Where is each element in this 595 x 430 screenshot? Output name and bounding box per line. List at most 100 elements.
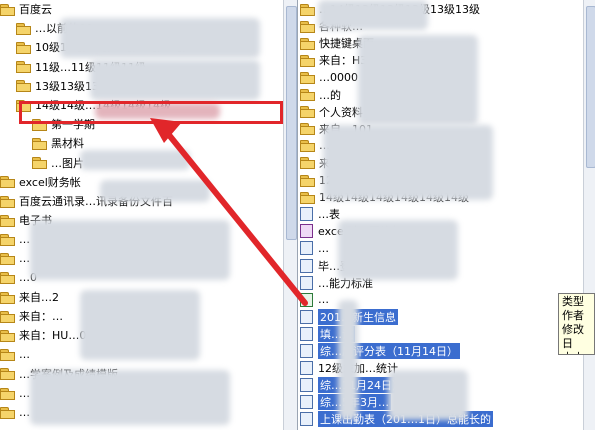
file-list-item[interactable]: 综…质评分表（11月14日） [300,342,460,360]
scroll-thumb[interactable] [286,6,297,240]
file-list-label: 201…新生信息 [318,308,398,325]
file-list-item[interactable]: …的 [300,86,341,104]
tree-item-label: 黑材料 [51,137,84,151]
folder-icon [32,137,47,150]
folder-icon [300,71,315,84]
tree-item[interactable]: 百度云 [0,0,52,18]
folder-icon [300,3,315,16]
tree-item[interactable]: … [0,230,30,248]
folder-icon [300,191,315,204]
tooltip-size: 大小 [562,351,591,354]
folder-icon [0,253,15,266]
tree-item-label: … [19,232,30,246]
folder-icon [0,329,15,342]
folder-icon [32,157,47,170]
blur-overlay [80,290,200,360]
blur-overlay [318,0,428,30]
file-list-label: … [318,241,329,255]
folder-icon [300,106,315,119]
excel-file-icon [300,292,313,307]
tooltip-author: 作者 [562,309,584,322]
tree-item-label: … [19,405,30,419]
folder-icon [0,3,15,16]
word-file-icon [300,378,313,393]
word-file-icon [300,207,313,222]
folder-icon [300,37,315,50]
file-list-label: …0000 [319,70,358,84]
tree-item-label: 百度云 [19,3,52,16]
word-file-icon [300,241,313,256]
blur-overlay [358,35,478,125]
tree-item[interactable]: …图片 [32,154,84,172]
blur-overlay [388,370,468,420]
word-file-icon [300,258,313,273]
tree-item-label: 来自：… [19,310,63,324]
tree-item-label: 来自…2 [19,291,59,304]
blur-overlay [338,220,458,280]
folder-icon [0,406,15,419]
tree-item[interactable]: … [0,250,30,268]
file-list-pane[interactable]: …14级13级13级13级13级13级各种软…快捷键桌面来自：H3……0000…… [297,0,595,430]
file-list-label: … [318,293,329,307]
tree-item[interactable]: 来自：… [0,307,63,325]
blur-overlay [323,125,493,200]
tree-item[interactable]: excel财务帐 [0,173,81,191]
folder-icon [300,20,315,33]
folder-icon [300,157,315,170]
highlight-box [19,101,283,124]
file-list-item[interactable]: 个人资料 [300,103,363,121]
tooltip-type: 类型 [562,295,584,308]
folder-icon [300,140,315,153]
blur-overlay [30,370,230,425]
folder-icon [16,22,31,35]
file-list-item[interactable]: …0000 [300,68,358,86]
file-list-item[interactable]: … [300,239,329,257]
file-list-label: …的 [319,88,341,102]
tree-item[interactable]: … [0,384,30,402]
folder-icon [300,123,315,136]
right-scrollbar[interactable] [583,0,595,430]
word-file-icon [300,361,313,376]
folder-icon [0,272,15,285]
word-file-icon [300,275,313,290]
folder-icon [16,61,31,74]
file-list-label: 12级末加…统计 [318,362,398,376]
scroll-thumb[interactable] [586,6,595,168]
tree-item[interactable]: … [0,346,30,364]
file-list-label: 个人资料 [319,105,363,119]
folder-icon [300,54,315,67]
word-file-icon [300,309,313,324]
tree-item-label: … [19,348,30,362]
word-file-icon [300,412,313,427]
folder-icon [16,80,31,93]
word-file-icon [300,344,313,358]
folder-icon [300,174,315,187]
folder-icon [0,291,15,304]
tree-item-label: … [19,252,30,266]
folder-icon [0,233,15,246]
folder-icon [0,214,15,227]
tree-item-label: … [19,386,30,400]
tree-item[interactable]: 黑材料 [32,134,84,152]
blur-overlay [90,60,260,100]
tree-item[interactable]: 来自…2 [0,288,59,306]
word-file-icon [300,395,313,410]
tree-item[interactable]: … [0,403,30,421]
blur-overlay [30,220,230,280]
word-file-icon [300,326,313,341]
file-list-label: …表 [318,208,340,222]
blur-overlay [100,180,210,202]
blur-overlay [338,300,358,420]
file-list-item[interactable]: …表 [300,205,340,223]
folder-icon [16,41,31,54]
folder-icon [0,349,15,362]
folder-icon [300,89,315,101]
folder-icon [0,310,15,323]
tooltip-modified: 修改日 [562,323,584,350]
folder-tree-pane[interactable]: 百度云…以前的09…10级10级10级10级10级10级1011级…11级11级… [0,0,283,430]
left-scrollbar[interactable] [283,0,297,430]
folder-icon [0,195,15,208]
file-tooltip: 类型 作者 修改日 大小 [558,293,595,355]
rar-archive-icon [300,224,313,239]
file-list-item[interactable]: … [300,291,329,309]
